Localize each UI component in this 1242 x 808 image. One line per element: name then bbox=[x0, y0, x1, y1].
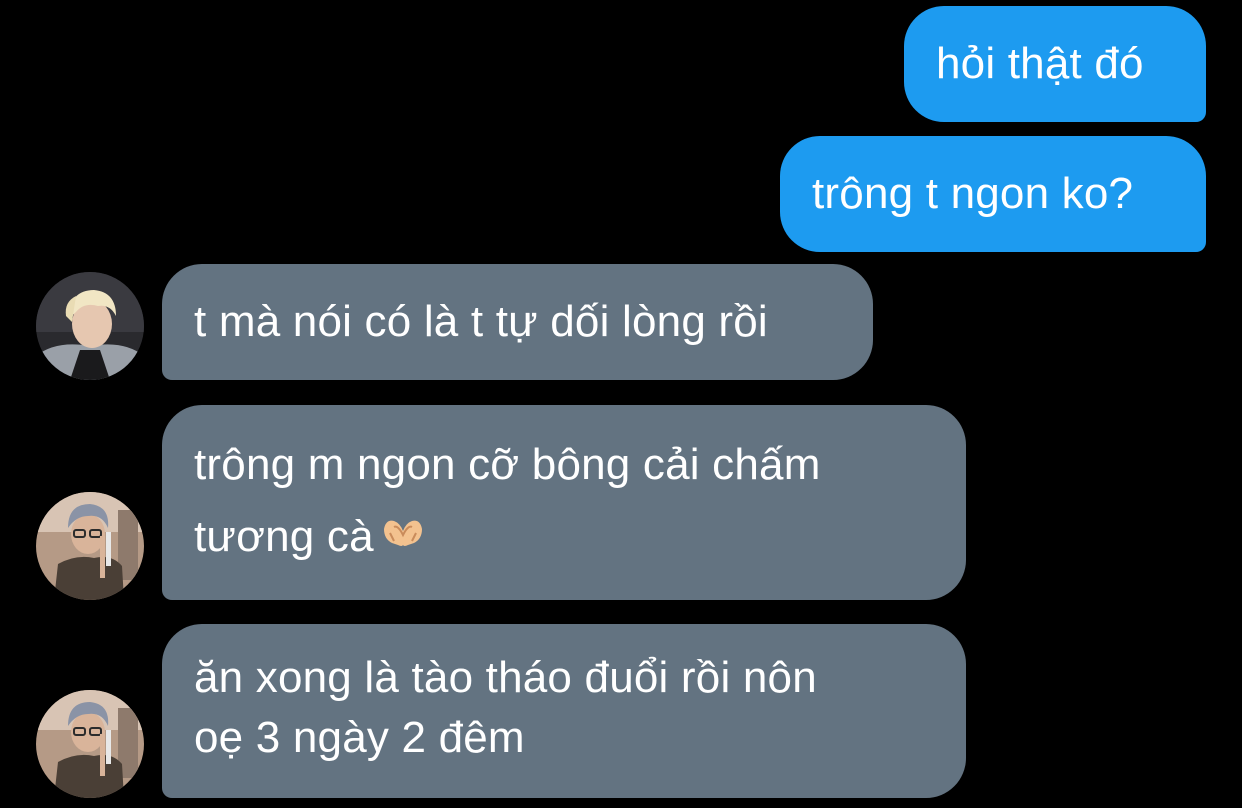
avatar-gray-hair-icon bbox=[36, 690, 144, 798]
avatar[interactable] bbox=[36, 492, 144, 600]
message-text-line: ăn xong là tào tháo đuổi rồi nôn bbox=[194, 653, 817, 702]
message-text: trông t ngon ko? bbox=[812, 169, 1134, 218]
message-bubble-received[interactable]: trông m ngon cỡ bông cải chấm tương cà bbox=[162, 405, 966, 600]
message-text-line: trông m ngon cỡ bông cải chấm bbox=[194, 440, 821, 489]
avatar-blonde-icon bbox=[36, 272, 144, 380]
message-text: tương cà bbox=[194, 512, 374, 561]
avatar[interactable] bbox=[36, 272, 144, 380]
message-text: hỏi thật đó bbox=[936, 39, 1144, 88]
avatar-gray-hair-icon bbox=[36, 492, 144, 600]
message-bubble-received[interactable]: t mà nói có là t tự dối lòng rồi bbox=[162, 264, 873, 380]
message-text-line: oẹ 3 ngày 2 đêm bbox=[194, 713, 525, 762]
message-bubble-sent[interactable]: hỏi thật đó bbox=[904, 6, 1206, 122]
message-bubble-received[interactable]: ăn xong là tào tháo đuổi rồi nôn oẹ 3 ng… bbox=[162, 624, 966, 798]
message-text: t mà nói có là t tự dối lòng rồi bbox=[194, 297, 768, 346]
heart-hands-emoji-icon bbox=[380, 505, 426, 565]
avatar[interactable] bbox=[36, 690, 144, 798]
message-text-line: tương cà bbox=[194, 507, 966, 569]
message-bubble-sent[interactable]: trông t ngon ko? bbox=[780, 136, 1206, 252]
